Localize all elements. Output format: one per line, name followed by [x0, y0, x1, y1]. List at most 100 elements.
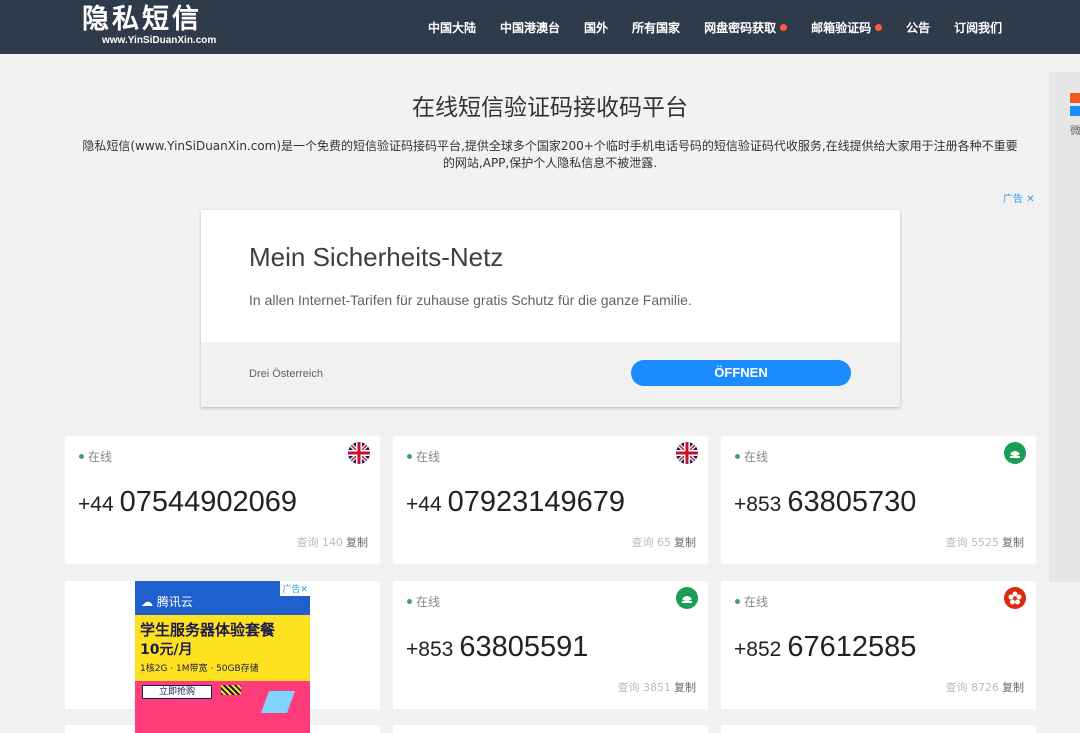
- online-status: 在线: [79, 448, 112, 465]
- brand-name: 腾讯云: [156, 595, 193, 609]
- ad-description: In allen Internet-Tarifen für zuhause gr…: [249, 292, 692, 308]
- nav-item-email-code[interactable]: 邮箱验证码: [811, 19, 883, 36]
- number-value: 63805591: [459, 631, 589, 663]
- online-dot-icon: [407, 454, 412, 459]
- phone-card[interactable]: 在线 +853 63805591 查询 3851 复制: [393, 581, 708, 709]
- card-stats: 查询 3851 复制: [618, 679, 697, 695]
- copy-button[interactable]: 复制: [674, 536, 696, 549]
- query-label: 查询: [945, 536, 968, 549]
- ad-label-text: 广告: [282, 585, 301, 595]
- query-label: 查询: [617, 681, 640, 694]
- nav-item-hk-macau-tw[interactable]: 中国港澳台: [500, 19, 560, 36]
- nav-item-all-countries[interactable]: 所有国家: [632, 19, 680, 36]
- nav-label: 邮箱验证码: [811, 20, 872, 35]
- ad-choices-label[interactable]: 广告 ✕: [1003, 190, 1035, 205]
- uk-flag-icon: [676, 442, 698, 464]
- online-status: 在线: [407, 593, 440, 610]
- display-ad[interactable]: Mein Sicherheits-Netz In allen Internet-…: [201, 210, 900, 407]
- phone-number[interactable]: +44 07923149679: [406, 486, 625, 519]
- main-nav: 中国大陆 中国港澳台 国外 所有国家 网盘密码获取 邮箱验证码 公告 订阅我们: [428, 0, 1026, 54]
- nav-label: 网盘密码获取: [704, 20, 777, 35]
- card-stats: 查询 5525 复制: [946, 534, 1025, 550]
- phone-card[interactable]: [721, 725, 1036, 733]
- query-count: 65: [657, 536, 671, 549]
- online-status: 在线: [735, 448, 768, 465]
- number-value: 07923149679: [447, 486, 626, 518]
- number-value: 07544902069: [119, 486, 298, 518]
- macau-flag-icon: [676, 587, 698, 609]
- query-count: 140: [322, 536, 343, 549]
- intro-description: 隐私短信(www.YinSiDuanXin.com)是一个免费的短信验证码接码平…: [82, 139, 1018, 170]
- logo-url: www.YinSiDuanXin.com: [102, 35, 217, 46]
- ad-label-text: 广告: [1003, 194, 1023, 205]
- ad-advertiser: Drei Österreich: [249, 368, 323, 380]
- buy-now-button[interactable]: 立即抢购: [142, 685, 212, 699]
- cloud-logo-icon: ☁ 腾讯云: [141, 595, 193, 609]
- site-logo[interactable]: 隐私短信 www.YinSiDuanXin.com: [82, 4, 252, 50]
- macau-flag-icon: [1004, 442, 1026, 464]
- phone-card[interactable]: 在线 +852 67612585 查询 8726 复制: [721, 581, 1036, 709]
- country-code: +853: [734, 493, 782, 516]
- country-code: +852: [734, 638, 782, 661]
- ad-headline[interactable]: Mein Sicherheits-Netz: [249, 242, 503, 273]
- phone-number[interactable]: +852 67612585: [734, 631, 916, 664]
- ad-footer: Drei Österreich ÖFFNEN: [201, 342, 900, 407]
- copy-button[interactable]: 复制: [346, 536, 368, 549]
- nav-label: 订阅我们: [954, 20, 1003, 35]
- page-title: 在线短信验证码接收码平台: [412, 95, 688, 121]
- nav-item-foreign[interactable]: 国外: [584, 19, 608, 36]
- online-dot-icon: [735, 454, 740, 459]
- country-code: +853: [406, 638, 454, 661]
- nav-item-announcement[interactable]: 公告: [906, 19, 930, 36]
- phone-number[interactable]: +853 63805730: [734, 486, 916, 519]
- query-count: 5525: [971, 536, 999, 549]
- nav-label: 国外: [584, 20, 609, 35]
- query-label: 查询: [296, 536, 319, 549]
- nav-item-netdisk-password[interactable]: 网盘密码获取: [704, 19, 788, 36]
- ad-open-button[interactable]: ÖFFNEN: [631, 360, 851, 386]
- card-stats: 查询 140 复制: [297, 534, 369, 550]
- copy-button[interactable]: 复制: [1002, 681, 1024, 694]
- nav-item-mainland[interactable]: 中国大陆: [428, 19, 476, 36]
- ad-price: 10元/月: [140, 642, 193, 658]
- new-dot-icon: [780, 23, 788, 31]
- close-icon[interactable]: ✕: [1026, 194, 1034, 205]
- query-label: 查询: [631, 536, 654, 549]
- nav-label: 所有国家: [632, 20, 681, 35]
- close-icon[interactable]: ✕: [300, 585, 308, 595]
- ad-spec: 1核2G · 1M带宽 · 50GB存储: [140, 664, 259, 674]
- phone-card[interactable]: 在线 +44 07544902069 查询 140 复制: [65, 436, 380, 564]
- brand-logo-icon: [1070, 93, 1080, 103]
- nav-label: 中国港澳台: [500, 20, 561, 35]
- tencent-cloud-ad[interactable]: ☁ 腾讯云 广告✕ 学生服务器体验套餐 10元/月 1核2G · 1M带宽 · …: [135, 581, 310, 733]
- online-status: 在线: [735, 593, 768, 610]
- phone-card[interactable]: 在线 +44 07923149679 查询 65 复制: [393, 436, 708, 564]
- query-count: 3851: [643, 681, 671, 694]
- copy-button[interactable]: 复制: [674, 681, 696, 694]
- phone-card[interactable]: 在线 +853 63805730 查询 5525 复制: [721, 436, 1036, 564]
- online-dot-icon: [735, 599, 740, 604]
- top-navbar: 隐私短信 www.YinSiDuanXin.com 中国大陆 中国港澳台 国外 …: [0, 0, 1080, 54]
- country-code: +44: [78, 493, 114, 516]
- query-count: 8726: [971, 681, 999, 694]
- new-dot-icon: [875, 23, 883, 31]
- phone-number[interactable]: +853 63805591: [406, 631, 588, 664]
- ad-choices-label[interactable]: 广告✕: [280, 581, 310, 596]
- card-stats: 查询 8726 复制: [946, 679, 1025, 695]
- nav-item-subscribe[interactable]: 订阅我们: [954, 19, 1002, 36]
- status-text: 在线: [744, 595, 769, 609]
- online-dot-icon: [407, 599, 412, 604]
- copy-button[interactable]: 复制: [1002, 536, 1024, 549]
- uk-flag-icon: [348, 442, 370, 464]
- phone-number[interactable]: +44 07544902069: [78, 486, 297, 519]
- query-label: 查询: [945, 681, 968, 694]
- status-text: 在线: [416, 450, 441, 464]
- online-status: 在线: [407, 448, 440, 465]
- phone-card[interactable]: [393, 725, 708, 733]
- hongkong-flag-icon: [1004, 587, 1026, 609]
- nav-label: 公告: [906, 20, 931, 35]
- status-text: 在线: [416, 595, 441, 609]
- status-text: 在线: [88, 450, 113, 464]
- side-ad[interactable]: 微: [1049, 72, 1080, 582]
- status-text: 在线: [744, 450, 769, 464]
